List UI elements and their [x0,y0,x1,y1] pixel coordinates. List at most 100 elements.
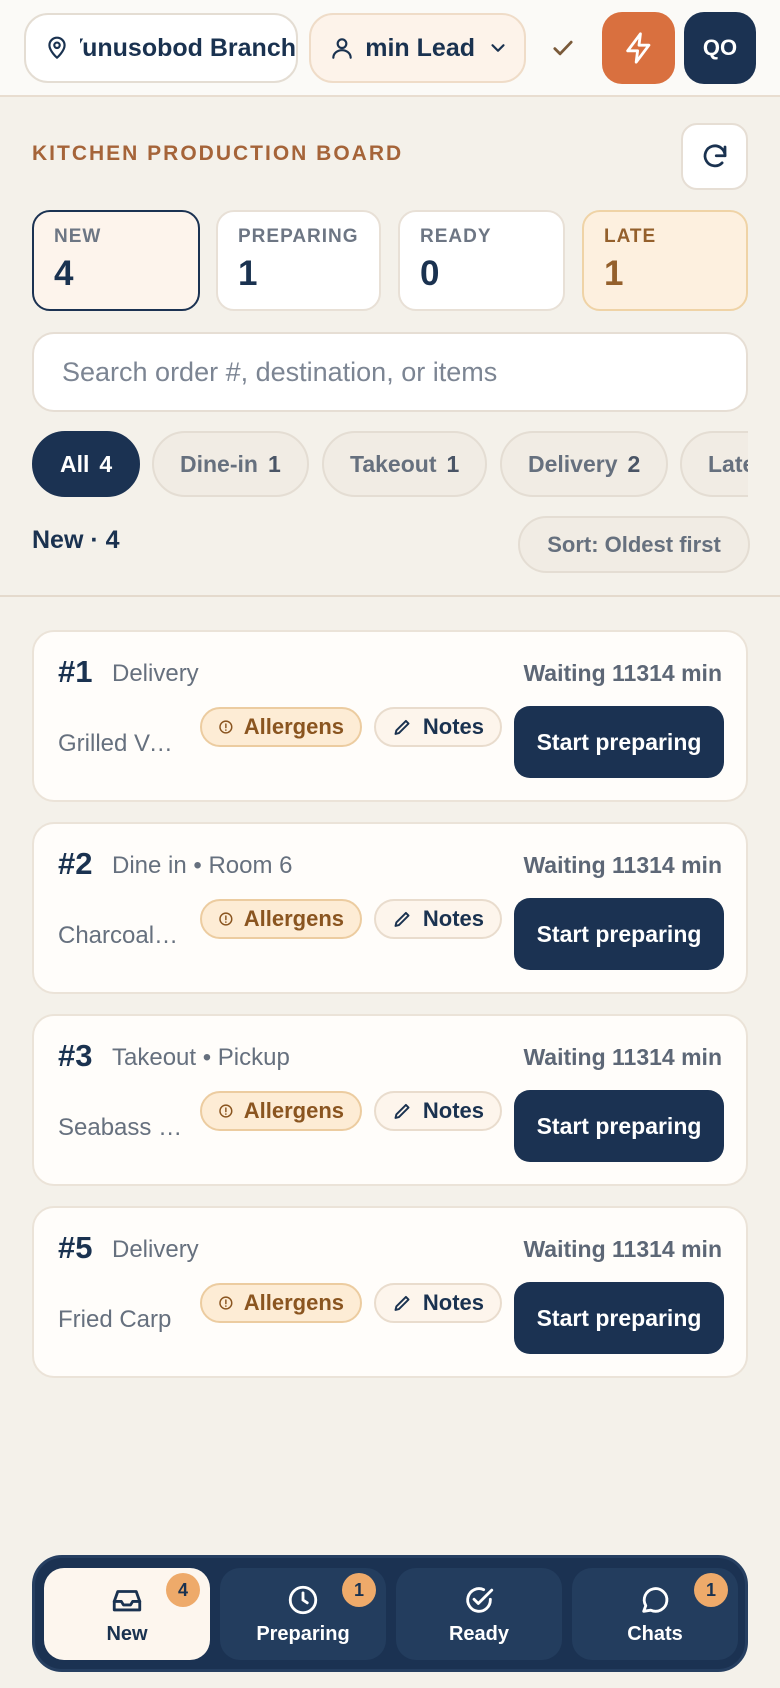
stat-preparing[interactable]: PREPARING 1 [216,210,381,311]
order-card[interactable]: #5 Delivery Waiting 11314 min Fried Carp… [32,1206,748,1378]
nav-badge: 1 [342,1573,376,1607]
order-wait-time: Waiting 11314 min [523,852,722,878]
order-items: Fried Carp [58,1306,172,1333]
stat-value: 4 [54,254,74,293]
user-icon [332,38,352,59]
confirm-button[interactable] [540,28,586,68]
order-card[interactable]: #3 Takeout • Pickup Waiting 11314 min Se… [32,1014,748,1186]
chip-label: Takeout [350,450,437,477]
filter-late[interactable]: Late1 [680,431,748,497]
branch-selector[interactable]: Yunusobod Branch [24,13,298,83]
page-title: KITCHEN PRODUCTION BOARD [32,142,404,165]
role-name: Admin Lead [365,33,475,62]
allergens-tag[interactable]: Allergens [200,899,362,939]
order-number: #5 [58,1230,93,1265]
stat-label: LATE [604,226,657,247]
order-wait-time: Waiting 11314 min [523,660,722,686]
chevron-down-icon [487,37,509,59]
alert-circle-icon [219,720,233,734]
order-items: Grilled Vegetables [58,730,186,757]
allergens-label: Allergens [243,906,344,931]
allergens-tag[interactable]: Allergens [200,1091,362,1131]
start-preparing-button[interactable]: Start preparing [514,898,724,970]
filter-delivery[interactable]: Delivery 2 [500,431,669,497]
order-number: #2 [58,846,93,881]
inbox-icon [112,1589,142,1611]
nav-badge: 1 [694,1573,728,1607]
alert-circle-icon [219,1104,233,1118]
stat-value: 1 [238,254,258,293]
chip-count: 1 [267,450,281,477]
chip-label: Dine-in [180,450,258,477]
start-preparing-button[interactable]: Start preparing [514,1090,724,1162]
order-items: Seabass Fillet [58,1114,186,1141]
status-summary: NEW 4 PREPARING 1 READY 0 LATE 1 [32,210,748,311]
stat-label: NEW [54,226,102,247]
notes-tag[interactable]: Notes [374,899,502,939]
pencil-icon [394,911,410,927]
stat-ready[interactable]: READY 0 [398,210,565,311]
nav-new[interactable]: New 4 [44,1568,210,1660]
nav-chats[interactable]: Chats 1 [572,1568,738,1660]
clock-icon [288,1585,318,1614]
order-number: #3 [58,1038,93,1073]
stat-value: 1 [604,254,624,293]
order-destination: Delivery [112,660,199,687]
start-preparing-button[interactable]: Start preparing [514,1282,724,1354]
filter-dine-in[interactable]: Dine-in 1 [152,431,309,497]
chip-label: Late [708,450,748,477]
notes-label: Notes [422,714,484,739]
chip-count: 1 [446,450,460,477]
stat-value: 0 [420,254,440,293]
notes-label: Notes [422,906,484,931]
chip-count: 4 [99,450,113,477]
stat-late[interactable]: LATE 1 [582,210,748,311]
bolt-icon [625,32,650,64]
refresh-button[interactable] [681,123,748,190]
notes-tag[interactable]: Notes [374,1283,502,1323]
order-destination: Takeout • Pickup [112,1044,290,1071]
order-card[interactable]: #2 Dine in • Room 6 Waiting 11314 min Ch… [32,822,748,994]
alert-circle-icon [219,912,233,926]
order-items: Charcoal-Grilled [58,922,186,949]
role-selector[interactable]: Admin Lead [309,13,526,83]
order-card[interactable]: #1 Delivery Waiting 11314 min Grilled Ve… [32,630,748,802]
start-preparing-button[interactable]: Start preparing [514,706,724,778]
nav-label: Preparing [256,1622,350,1645]
bottom-nav: New 4 Preparing 1 Ready Chats 1 [32,1555,748,1672]
nav-label: Ready [448,1622,510,1645]
sort-button[interactable]: Sort: Oldest first [518,516,750,573]
order-number: #1 [58,654,93,689]
notes-tag[interactable]: Notes [374,707,502,747]
order-destination: Delivery [112,1236,199,1263]
quick-action-button[interactable] [602,12,675,84]
allergens-label: Allergens [243,714,344,739]
nav-preparing[interactable]: Preparing 1 [220,1568,386,1660]
nav-ready[interactable]: Ready [396,1568,562,1660]
pencil-icon [394,1103,410,1119]
allergens-tag[interactable]: Allergens [200,707,362,747]
filter-chips: All 4 Dine-in 1 Takeout 1 Delivery 2 Late1 [32,431,748,497]
order-destination: Dine in • Room 6 [112,852,293,879]
stat-new[interactable]: NEW 4 [32,210,200,311]
avatar[interactable]: QO [684,12,756,84]
stat-label: PREPARING [238,226,359,247]
filter-takeout[interactable]: Takeout 1 [322,431,488,497]
filter-all[interactable]: All 4 [32,431,141,497]
search-input[interactable] [32,332,748,412]
chip-label: All [60,450,90,477]
chip-label: Delivery [528,450,618,477]
branch-name: Yunusobod Branch [80,33,296,62]
nav-label: Chats [627,1622,683,1645]
notes-label: Notes [422,1290,484,1315]
refresh-icon [703,143,726,167]
pencil-icon [394,719,410,735]
notes-tag[interactable]: Notes [374,1091,502,1131]
allergens-tag[interactable]: Allergens [200,1283,362,1323]
nav-badge: 4 [166,1573,200,1607]
order-wait-time: Waiting 11314 min [523,1044,722,1070]
pencil-icon [394,1295,410,1311]
top-bar: Yunusobod Branch Admin Lead QO [0,0,780,97]
section-title: New · 4 [32,526,120,554]
allergens-label: Allergens [243,1290,344,1315]
